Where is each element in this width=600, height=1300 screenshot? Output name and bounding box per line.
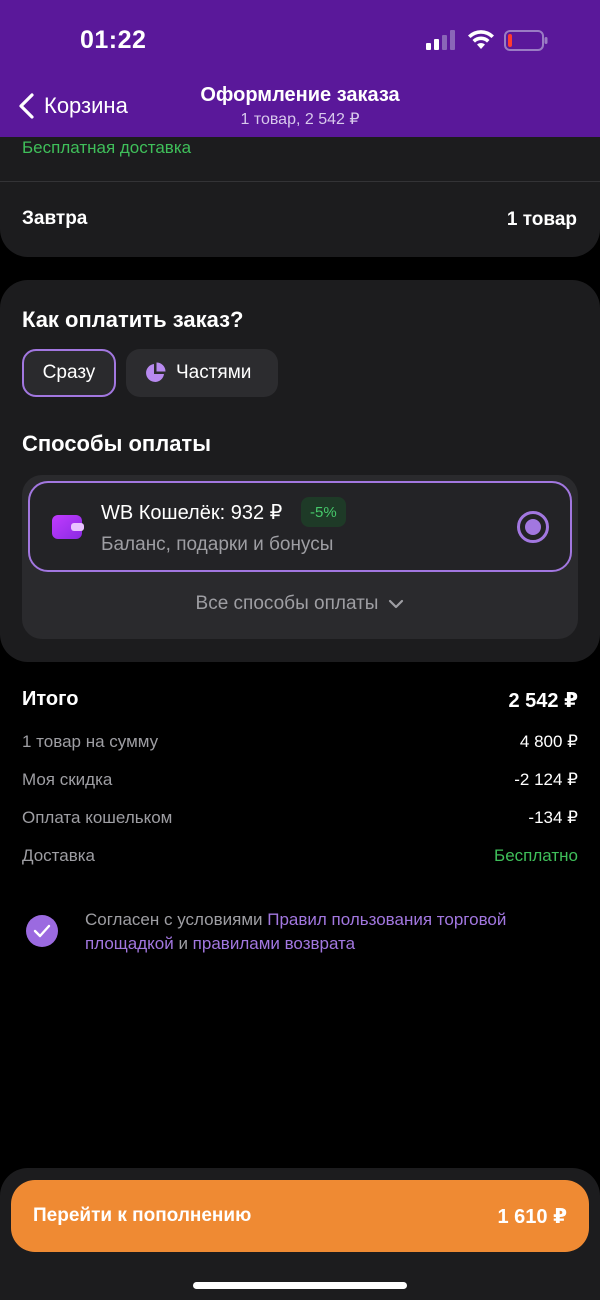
- page-title: Оформление заказа: [200, 84, 400, 106]
- pay-now-label: Сразу: [42, 362, 96, 383]
- delivery-items-count: 1 товар: [506, 209, 577, 230]
- delivery-date: Завтра: [22, 208, 88, 229]
- go-to-top-up-button[interactable]: Перейти к пополнению 1 610 ₽: [11, 1180, 589, 1252]
- wb-wallet-subtitle: Баланс, подарки и бонусы: [101, 534, 334, 555]
- all-payment-methods-label: Все способы оплаты: [195, 593, 379, 614]
- chevron-down-icon: [389, 599, 404, 609]
- pie-chart-icon: [146, 362, 166, 382]
- wb-wallet-label: WB Кошелёк: 932 ₽: [101, 502, 283, 524]
- summary-label: Доставка: [22, 846, 96, 865]
- cta-label: Перейти к пополнению: [33, 1205, 252, 1226]
- battery-low-icon: [504, 30, 548, 51]
- wb-wallet-method[interactable]: WB Кошелёк: 932 ₽ -5% Баланс, подарки и …: [28, 481, 572, 572]
- total-value: 2 542 ₽: [508, 690, 578, 712]
- pay-now-option[interactable]: Сразу: [22, 349, 116, 397]
- agreement-text: Согласен с условиями Правил пользования …: [85, 908, 555, 956]
- status-bar: 01:22: [0, 0, 600, 80]
- wifi-icon: [468, 30, 494, 49]
- payment-title: Как оплатить заказ?: [22, 307, 244, 332]
- summary-row: 1 товар на сумму 4 800 ₽: [22, 732, 578, 752]
- summary-label: Оплата кошельком: [22, 808, 173, 827]
- total-row: Итого 2 542 ₽: [22, 688, 578, 713]
- page-subtitle: 1 товар, 2 542 ₽: [240, 111, 360, 128]
- agreement-checkbox[interactable]: [26, 915, 58, 947]
- cta-amount: 1 610 ₽: [497, 1205, 567, 1228]
- summary-row: Моя скидка -2 124 ₽: [22, 770, 578, 790]
- summary-value: -134 ₽: [528, 808, 578, 827]
- summary-label: 1 товар на сумму: [22, 732, 159, 751]
- wallet-icon: [52, 515, 84, 539]
- bottom-panel: Перейти к пополнению 1 610 ₽: [0, 1168, 600, 1300]
- summary-value: Бесплатно: [494, 846, 578, 865]
- summary-row: Доставка Бесплатно: [22, 846, 578, 866]
- payment-methods-box: WB Кошелёк: 932 ₽ -5% Баланс, подарки и …: [22, 475, 578, 639]
- radio-selected-dot: [525, 519, 541, 535]
- summary-row: Оплата кошельком -134 ₽: [22, 808, 578, 828]
- status-time: 01:22: [80, 26, 147, 54]
- payment-card: Как оплатить заказ? Сразу Частями Способ…: [0, 280, 600, 662]
- all-payment-methods-button[interactable]: Все способы оплаты: [22, 593, 578, 615]
- delivery-card: Бесплатная доставка Завтра 1 товар: [0, 137, 600, 257]
- cellular-signal-icon: [426, 30, 455, 50]
- summary-value: -2 124 ₽: [514, 770, 578, 789]
- divider: [0, 181, 600, 182]
- total-label: Итого: [22, 688, 79, 710]
- agreement-middle: и: [173, 934, 193, 953]
- pay-in-parts-option[interactable]: Частями: [126, 349, 278, 397]
- home-indicator: [193, 1282, 407, 1289]
- pay-in-parts-label: Частями: [176, 362, 252, 383]
- summary-value: 4 800 ₽: [519, 732, 578, 751]
- payment-methods-title: Способы оплаты: [22, 431, 211, 456]
- nav-bar: Корзина Оформление заказа 1 товар, 2 542…: [0, 80, 600, 137]
- return-rules-link[interactable]: правилами возврата: [193, 934, 355, 953]
- summary-label: Моя скидка: [22, 770, 113, 789]
- free-delivery-label: Бесплатная доставка: [22, 138, 192, 157]
- wb-wallet-radio[interactable]: [517, 511, 549, 543]
- agreement-prefix: Согласен с условиями: [85, 910, 268, 929]
- checkmark-icon: [33, 924, 51, 938]
- discount-badge: -5%: [301, 497, 346, 527]
